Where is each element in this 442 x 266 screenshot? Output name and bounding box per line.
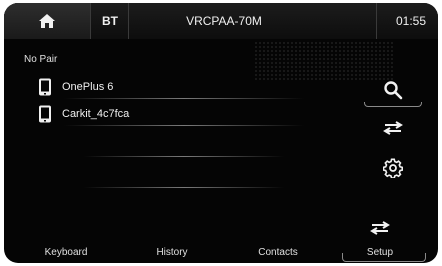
row-separator — [64, 125, 304, 126]
source-label: BT — [102, 14, 118, 28]
home-button[interactable] — [4, 3, 91, 39]
swap-arrows-icon — [383, 121, 403, 135]
device-list: OnePlus 6 Carkit_4c7fca — [32, 73, 332, 127]
swap-arrows-icon — [370, 221, 390, 235]
divider — [376, 3, 377, 39]
row-separator — [64, 98, 304, 99]
clock: 01:55 — [395, 14, 426, 28]
list-item[interactable]: OnePlus 6 — [32, 73, 332, 100]
pair-status: No Pair — [24, 54, 58, 65]
row-separator — [84, 156, 284, 157]
settings-button[interactable] — [364, 153, 422, 183]
tab-keyboard[interactable]: Keyboard — [26, 247, 106, 258]
search-icon — [384, 81, 403, 100]
search-button[interactable] — [364, 75, 422, 107]
connect-button[interactable] — [364, 113, 422, 143]
device-name: VRCPAA-70M — [186, 14, 262, 28]
device-label: OnePlus 6 — [62, 80, 114, 93]
button-frame — [364, 102, 422, 107]
list-item[interactable]: Carkit_4c7fca — [32, 100, 332, 127]
active-tab-frame — [342, 253, 426, 262]
phone-icon — [39, 78, 51, 95]
top-bar: BT VRCPAA-70M 01:55 — [4, 3, 438, 39]
setup-icon-wrap — [360, 221, 400, 241]
row-separator — [84, 187, 284, 188]
bt-screen: BT VRCPAA-70M 01:55 No Pair OnePlus 6 Ca… — [4, 3, 438, 263]
phone-icon — [39, 105, 51, 122]
divider — [128, 3, 129, 39]
device-label: Carkit_4c7fca — [62, 107, 130, 120]
tab-contacts[interactable]: Contacts — [238, 247, 318, 258]
tab-history[interactable]: History — [132, 247, 212, 258]
home-icon — [39, 14, 55, 28]
gear-icon — [383, 158, 403, 178]
